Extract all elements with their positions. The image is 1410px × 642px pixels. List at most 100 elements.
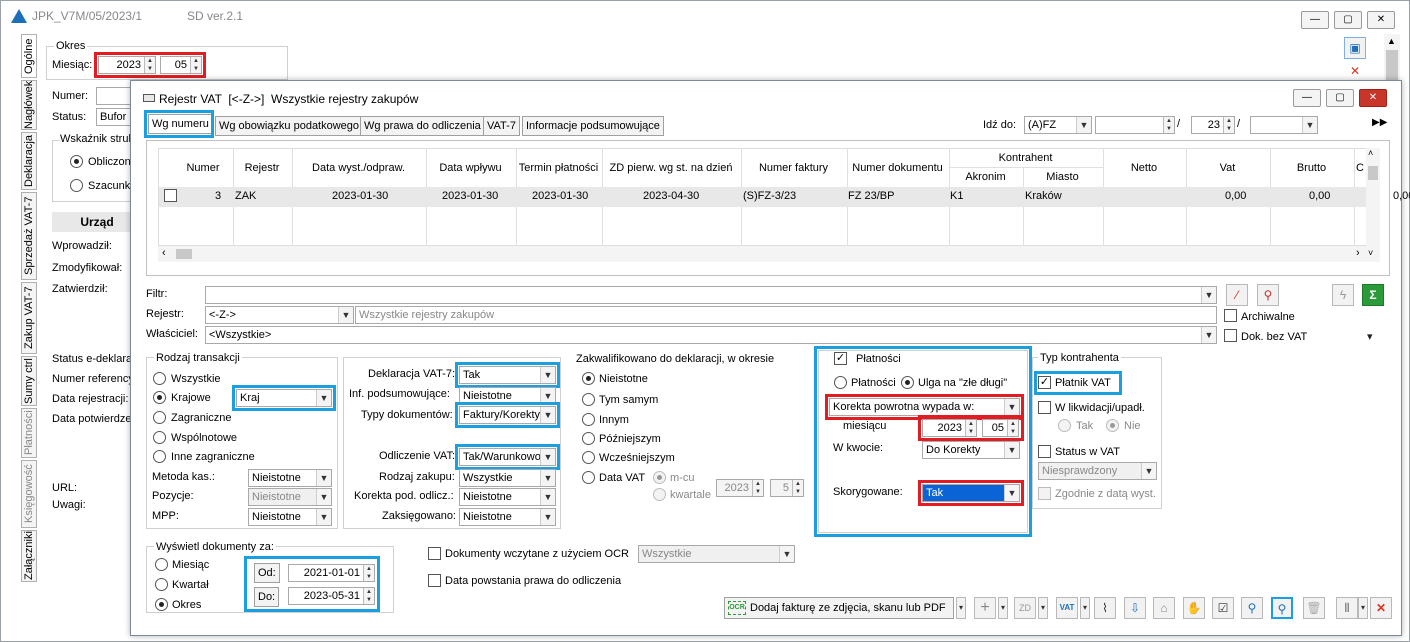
- rejestr-select[interactable]: <-Z-> ▼: [205, 306, 354, 324]
- zakwal-year-input[interactable]: 2023 ▲ ▼: [716, 479, 764, 497]
- add-icon[interactable]: +: [974, 597, 996, 619]
- columns-icon[interactable]: ⦀: [1336, 597, 1358, 619]
- korekta-odlicz-select[interactable]: Nieistotne ▼: [459, 488, 556, 506]
- vat-icon[interactable]: VAT: [1056, 597, 1078, 619]
- wyswietl-okres-radio[interactable]: [155, 598, 168, 611]
- filter-constructor-icon[interactable]: ⚲: [1257, 284, 1279, 306]
- save-icon[interactable]: ▣: [1344, 37, 1366, 59]
- status-vat-checkbox[interactable]: [1038, 445, 1051, 458]
- platnosci-opt2-radio[interactable]: [901, 376, 914, 389]
- pozycje-select[interactable]: Nieistotne ▼: [248, 488, 332, 506]
- idz-do-select[interactable]: (A)FZ ▼: [1024, 116, 1092, 134]
- vscroll-down-icon[interactable]: ˅: [1368, 248, 1373, 258]
- platnosci-checkbox[interactable]: ✓: [834, 352, 847, 365]
- platnosci-opt1-radio[interactable]: [834, 376, 847, 389]
- szacunkowy-radio[interactable]: [70, 179, 83, 192]
- wlasciciel-select[interactable]: <Wszystkie> ▼: [205, 326, 1217, 344]
- rodzaj-zakupu-select[interactable]: Wszystkie ▼: [459, 469, 556, 487]
- minimize-button[interactable]: —: [1301, 11, 1329, 29]
- idz-select-2[interactable]: ▼: [1250, 116, 1318, 134]
- approve-icon[interactable]: ☑: [1212, 597, 1234, 619]
- idz-num-input[interactable]: 23 ▲ ▼: [1191, 116, 1235, 134]
- th-c[interactable]: C: [1354, 162, 1366, 174]
- zakwal-nieistotne-radio[interactable]: [582, 372, 595, 385]
- add-menu-icon[interactable]: ▾: [998, 597, 1008, 619]
- close-button[interactable]: ✕: [1367, 11, 1395, 29]
- scroll-thumb[interactable]: [1386, 50, 1398, 80]
- wyswietl-miesiac-radio[interactable]: [155, 558, 168, 571]
- tab-sumy-ctrl[interactable]: Sumy ctrl: [21, 356, 37, 406]
- scroll-up-icon[interactable]: ▲: [1387, 36, 1396, 46]
- th-zd[interactable]: ZD pierw. wg st. na dzień: [602, 162, 740, 174]
- export-icon[interactable]: ⇩: [1124, 597, 1146, 619]
- hscroll-right-icon[interactable]: ›: [1356, 247, 1360, 259]
- zaksieg-select[interactable]: Nieistotne ▼: [459, 508, 556, 526]
- zakwal-kwartale-radio[interactable]: [653, 488, 666, 501]
- vat-menu-icon[interactable]: ▾: [1080, 597, 1090, 619]
- th-termin[interactable]: Termin płatności: [516, 162, 601, 174]
- zd-icon[interactable]: ZD: [1014, 597, 1036, 619]
- mpp-select[interactable]: Nieistotne ▼: [248, 508, 332, 526]
- zakwal-mcu-radio[interactable]: [653, 471, 666, 484]
- dialog-maximize-button[interactable]: ▢: [1326, 89, 1354, 107]
- th-numer-faktury[interactable]: Numer faktury: [741, 162, 846, 174]
- filtr-select[interactable]: ▼: [205, 286, 1217, 304]
- delete-icon[interactable]: 🗑: [1303, 597, 1325, 619]
- tab-informacje[interactable]: Informacje podsumowujące: [522, 116, 664, 136]
- rodzaj-wszystkie-radio[interactable]: [153, 372, 166, 385]
- dodaj-menu-icon[interactable]: ▾: [956, 597, 966, 619]
- wyswietl-kwartal-radio[interactable]: [155, 578, 168, 591]
- rodzaj-zagraniczne-radio[interactable]: [153, 411, 166, 424]
- th-numer[interactable]: Numer: [178, 162, 228, 174]
- metoda-select[interactable]: Nieistotne ▼: [248, 469, 332, 487]
- expand-icon[interactable]: ▾: [1367, 330, 1373, 343]
- vscroll-up-icon[interactable]: ˄: [1368, 148, 1373, 158]
- table-vscrollbar[interactable]: ˄ ˅: [1366, 148, 1380, 262]
- data-powstania-checkbox[interactable]: [428, 574, 441, 587]
- search-icon[interactable]: ⚲: [1241, 597, 1263, 619]
- table-row[interactable]: 3 ZAK 2023-01-30 2023-01-30 2023-01-30 2…: [158, 186, 1410, 206]
- stamp-icon[interactable]: ⌂: [1153, 597, 1175, 619]
- hscroll-left-icon[interactable]: ‹: [162, 247, 166, 259]
- tab-ogolne[interactable]: Ogólne: [21, 34, 37, 78]
- tab-zalaczniki[interactable]: Załączniki: [21, 530, 37, 582]
- hscroll-thumb[interactable]: [176, 249, 192, 259]
- ocr-checkbox[interactable]: [428, 547, 441, 560]
- columns-menu-icon[interactable]: ▾: [1358, 597, 1368, 619]
- clear-filter-icon[interactable]: ⁄: [1226, 284, 1248, 306]
- obliczony-radio[interactable]: [70, 155, 83, 168]
- zakwal-wczesniejszym-radio[interactable]: [582, 451, 595, 464]
- tab-naglowek[interactable]: Nagłówek: [21, 80, 37, 130]
- th-data-wplywu[interactable]: Data wpływu: [426, 162, 515, 174]
- tab-platnosci[interactable]: Płatności: [21, 408, 37, 458]
- chart-icon[interactable]: ⌇: [1094, 597, 1116, 619]
- idz-do-input[interactable]: ▲ ▼: [1095, 116, 1175, 134]
- tab-zakup-vat7[interactable]: Zakup VAT-7: [21, 282, 37, 354]
- tab-deklaracja[interactable]: Deklaracja: [21, 132, 37, 190]
- zd-menu-icon[interactable]: ▾: [1038, 597, 1048, 619]
- th-vat[interactable]: Vat: [1186, 162, 1269, 174]
- th-rejestr[interactable]: Rejestr: [233, 162, 291, 174]
- zakwal-tym-samym-radio[interactable]: [582, 393, 595, 406]
- th-akronim[interactable]: Akronim: [949, 171, 1022, 183]
- likw-tak-radio[interactable]: [1058, 419, 1071, 432]
- zgodnie-checkbox[interactable]: [1038, 487, 1051, 500]
- rodzaj-wspolnotowe-radio[interactable]: [153, 431, 166, 444]
- rodzaj-krajowe-radio[interactable]: [153, 391, 166, 404]
- archiwalne-checkbox[interactable]: [1224, 309, 1237, 322]
- maximize-button[interactable]: ▢: [1334, 11, 1362, 29]
- vscroll-thumb[interactable]: [1368, 166, 1378, 180]
- row-checkbox[interactable]: [164, 189, 177, 202]
- close-dialog-icon[interactable]: ✕: [1370, 597, 1392, 619]
- cancel-icon[interactable]: ✕: [1344, 64, 1366, 78]
- rodzaj-inne-radio[interactable]: [153, 450, 166, 463]
- lightning-icon[interactable]: ϟ: [1332, 284, 1354, 306]
- tab-sprzedaz-vat7[interactable]: Sprzedaż VAT-7: [21, 192, 37, 280]
- table-hscrollbar[interactable]: ‹ ›: [158, 246, 1368, 262]
- kwocie-select[interactable]: Do Korekty ▼: [922, 441, 1020, 459]
- zakwal-pozniejszym-radio[interactable]: [582, 432, 595, 445]
- dialog-close-button[interactable]: ✕: [1359, 89, 1387, 107]
- th-netto[interactable]: Netto: [1103, 162, 1185, 174]
- ocr-select[interactable]: Wszystkie ▼: [638, 545, 795, 563]
- tab-wg-prawa[interactable]: Wg prawa do odliczenia: [360, 116, 485, 136]
